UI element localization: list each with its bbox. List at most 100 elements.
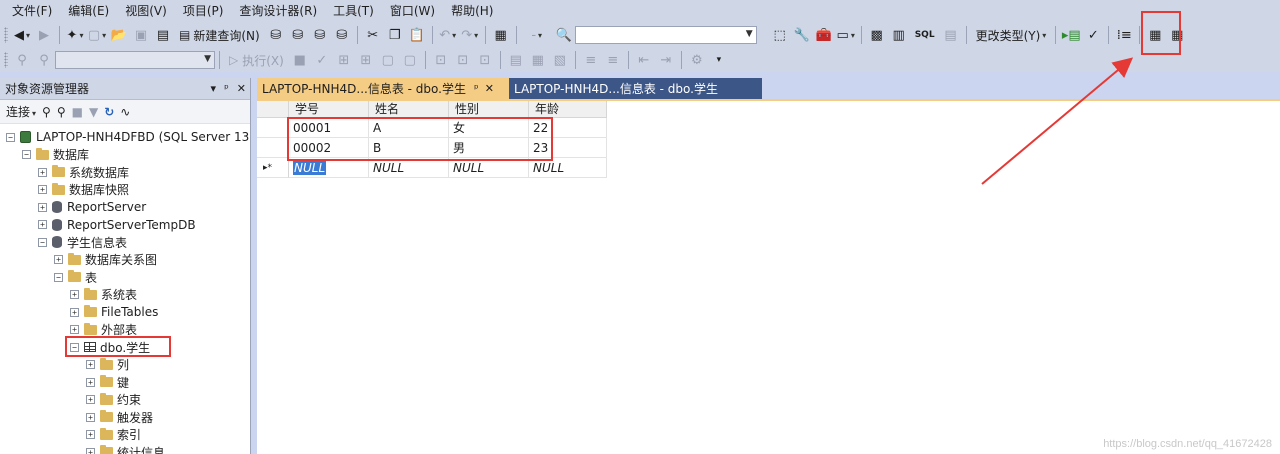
live-query-stats-icon[interactable]: ⊡ [453, 50, 473, 70]
expand-icon[interactable]: + [70, 307, 79, 317]
tree-node[interactable]: + 数据库关系图 [54, 251, 157, 269]
disconnect-icon[interactable]: ⚲ [57, 105, 66, 119]
dmx-query-icon[interactable]: ⛁ [288, 25, 308, 45]
menu-file[interactable]: 文件(F) [4, 0, 60, 22]
change-connection-icon[interactable]: ⚲ [34, 50, 54, 70]
forward-icon[interactable]: ▶ [34, 25, 54, 45]
table-cell-null[interactable]: NULL [529, 158, 607, 178]
new-row-marker[interactable]: ▸* [257, 158, 289, 178]
tree-node[interactable]: + ReportServerTempDB [38, 216, 196, 234]
toolbox-icon[interactable]: 🧰 [814, 25, 834, 45]
increase-indent-icon[interactable]: ⇥ [656, 50, 676, 70]
menu-project[interactable]: 项目(P) [175, 0, 232, 22]
new-project-icon[interactable]: ✦ ▾ [65, 25, 85, 45]
tree-node[interactable]: + 统计信息 [86, 443, 165, 454]
open-folder-icon[interactable]: 📂 [109, 25, 129, 45]
expand-icon[interactable]: + [86, 430, 95, 439]
cut-icon[interactable]: ✂ [363, 25, 383, 45]
collapse-icon[interactable]: − [38, 237, 47, 247]
solution-config-dropdown[interactable]: - ▾ [522, 25, 552, 45]
copy-icon[interactable]: ❐ [385, 25, 405, 45]
expand-icon[interactable]: + [38, 202, 47, 212]
collapse-icon[interactable]: − [6, 132, 15, 142]
menu-edit[interactable]: 编辑(E) [60, 0, 117, 22]
tab-table-designer[interactable]: LAPTOP-HNH4D...信息表 - dbo.学生 [509, 78, 762, 99]
collapse-icon[interactable]: − [54, 272, 63, 282]
tree-node[interactable]: + FileTables [70, 303, 158, 321]
pin-icon[interactable]: ᵖ [474, 82, 479, 95]
tree-node[interactable]: − 学生信息表 [38, 233, 127, 251]
close-icon[interactable]: ✕ [237, 82, 246, 95]
collapse-icon[interactable]: − [22, 150, 31, 159]
menu-help[interactable]: 帮助(H) [443, 0, 501, 22]
expand-icon[interactable]: + [86, 360, 95, 369]
execute-button[interactable]: ▷ 执行(X) [225, 50, 288, 70]
activity-monitor-icon[interactable]: ∿ [120, 105, 130, 119]
comment-icon[interactable]: ≡ [581, 50, 601, 70]
tree-node[interactable]: + 索引 [86, 426, 141, 444]
connect-plug-icon[interactable]: ⚲ [12, 50, 32, 70]
results-to-grid-icon[interactable]: ▦ [528, 50, 548, 70]
estimated-plan-icon[interactable]: ⊞ [356, 50, 376, 70]
redo-icon[interactable]: ↷ ▾ [460, 25, 480, 45]
tab-table-designer-active[interactable]: LAPTOP-HNH4D...信息表 - dbo.学生 ᵖ ✕ [257, 78, 509, 99]
row-selector[interactable] [257, 118, 289, 138]
verify-sql-icon[interactable]: ✓ [1083, 25, 1103, 45]
results-to-file-icon[interactable]: ▧ [550, 50, 570, 70]
expand-icon[interactable]: + [38, 167, 47, 177]
menu-window[interactable]: 窗口(W) [382, 0, 443, 22]
expand-icon[interactable]: + [38, 185, 47, 194]
column-header[interactable]: 年龄 [529, 101, 607, 118]
decrease-indent-icon[interactable]: ⇤ [634, 50, 654, 70]
column-header[interactable]: 学号 [289, 101, 369, 118]
expand-icon[interactable]: + [86, 377, 95, 387]
intellisense-icon[interactable]: ▢ [400, 50, 420, 70]
client-statistics-icon[interactable]: ⊡ [475, 50, 495, 70]
expand-icon[interactable]: + [54, 255, 63, 264]
visual-studio-icon[interactable]: ⬚ [770, 25, 790, 45]
parse-icon[interactable]: ✓ [312, 50, 332, 70]
specify-template-values-icon[interactable]: ⚙ [687, 50, 707, 70]
group-by-icon[interactable]: ⁞≡ [1114, 25, 1134, 45]
tree-node[interactable]: + ReportServer [38, 198, 146, 216]
tree-node[interactable]: + 约束 [86, 391, 141, 409]
table-cell-null[interactable]: NULL [289, 158, 369, 178]
expand-icon[interactable]: + [70, 290, 79, 299]
toolbar-grip[interactable] [4, 52, 8, 68]
menu-tools[interactable]: 工具(T) [325, 0, 382, 22]
window-position-icon[interactable]: ▾ [211, 82, 217, 95]
tree-node[interactable]: − LAPTOP-HNH4DFBD (SQL Server 13.0 [6, 128, 250, 146]
tree-node[interactable]: + 数据库快照 [38, 181, 129, 199]
expand-icon[interactable]: + [86, 395, 95, 404]
show-criteria-pane-icon[interactable]: ▥ [889, 25, 909, 45]
find-combo[interactable]: ▼ [574, 26, 757, 44]
execute-sql-icon[interactable]: ▸▤ [1061, 25, 1081, 45]
table-cell-null[interactable]: NULL [369, 158, 449, 178]
available-databases-combo[interactable]: ▼ [55, 51, 215, 69]
wrench-icon[interactable]: 🔧 [792, 25, 812, 45]
back-icon[interactable]: ◀ ▾ [12, 25, 32, 45]
new-query-button[interactable]: ▤ 新建查询(N) [175, 25, 264, 45]
expand-icon[interactable]: + [86, 412, 95, 422]
tree-node[interactable]: + 触发器 [86, 408, 153, 426]
show-sql-pane-button[interactable]: SQL [911, 25, 939, 45]
column-header[interactable]: 姓名 [369, 101, 449, 118]
show-results-pane-icon[interactable]: ▤ [941, 25, 961, 45]
save-all-icon[interactable]: ▤ [153, 25, 173, 45]
toolbar-grip[interactable] [4, 27, 8, 43]
expand-icon[interactable]: + [38, 220, 47, 229]
undo-icon[interactable]: ↶ ▾ [438, 25, 458, 45]
show-diagram-pane-icon[interactable]: ▩ [867, 25, 887, 45]
row-selector[interactable] [257, 138, 289, 158]
close-icon[interactable]: ✕ [485, 82, 494, 95]
results-to-text-icon[interactable]: ▤ [506, 50, 526, 70]
change-type-button[interactable]: 更改类型(Y) ▾ [972, 25, 1051, 45]
connect-button[interactable]: 连接 ▾ [6, 103, 36, 120]
menu-view[interactable]: 视图(V) [117, 0, 175, 22]
paste-icon[interactable]: 📋 [407, 25, 427, 45]
expand-icon[interactable]: + [70, 325, 79, 334]
find-icon[interactable]: 🔍 [554, 25, 574, 45]
uncomment-icon[interactable]: ≡ [603, 50, 623, 70]
tree-node[interactable]: + 系统数据库 [38, 163, 129, 181]
mdx-query-icon[interactable]: ⛁ [266, 25, 286, 45]
